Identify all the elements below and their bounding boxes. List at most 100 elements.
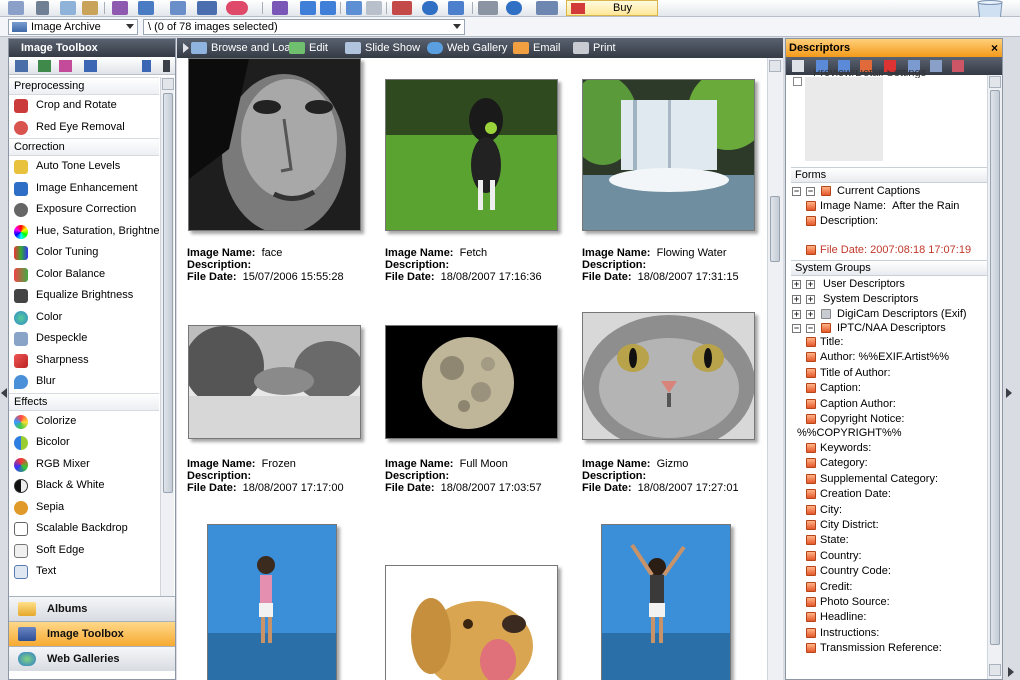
redo-icon[interactable] — [366, 1, 382, 15]
tool-equalize-brightness[interactable]: Equalize Brightness — [9, 285, 159, 307]
descriptors-scrollbar[interactable] — [987, 75, 1002, 679]
iptc-field-row[interactable]: Country Code: — [806, 564, 891, 579]
cut-icon[interactable] — [36, 1, 49, 15]
tool-soft-edge[interactable]: Soft Edge — [9, 540, 159, 562]
tool-image-enhancement[interactable]: Image Enhancement — [9, 178, 159, 200]
tool-icon-4[interactable] — [84, 60, 97, 72]
iptc-field-row[interactable]: Country: — [806, 549, 862, 564]
scroll-thumb[interactable] — [770, 196, 780, 262]
tool-crop-and-rotate[interactable]: Crop and Rotate — [9, 95, 159, 117]
image-name-row[interactable]: Image Name: After the Rain — [806, 199, 959, 214]
sort-icon[interactable] — [392, 1, 412, 15]
browse-and-load-button[interactable]: Browse and Load — [189, 38, 297, 58]
expand-icon[interactable]: + — [806, 310, 815, 319]
print-button[interactable]: Print — [571, 38, 616, 58]
iptc-field-row[interactable]: Keywords: — [806, 441, 871, 456]
nav-web-galleries[interactable]: Web Galleries — [9, 646, 175, 671]
tool-color-tuning[interactable]: Color Tuning — [9, 242, 159, 264]
iptc-field-row[interactable]: Category: — [806, 456, 868, 471]
file-date-row[interactable]: File Date: 2007:08:18 17:07:19 — [806, 243, 971, 258]
copy-icon[interactable] — [60, 1, 76, 15]
text-tool-icon[interactable] — [15, 60, 28, 72]
expand-icon[interactable]: + — [806, 280, 815, 289]
iptc-field-row[interactable]: Author: %%EXIF.Artist%% — [806, 350, 949, 365]
remove-icon[interactable] — [952, 60, 964, 72]
zoom-icon[interactable] — [448, 1, 464, 15]
image-thumbnail-jump-2[interactable] — [601, 524, 731, 680]
expand-icon[interactable]: + — [792, 310, 801, 319]
scroll-up-button[interactable] — [989, 76, 1001, 88]
tool-text[interactable]: Text — [9, 561, 159, 583]
web-gallery-button[interactable]: Web Gallery — [425, 38, 507, 58]
image-thumbnail-fetch[interactable] — [385, 79, 558, 231]
preview-checkbox[interactable] — [793, 77, 802, 86]
refresh-icon[interactable] — [506, 1, 522, 15]
scroll-thumb[interactable] — [163, 93, 173, 493]
dropdown-icon[interactable] — [163, 60, 170, 72]
image-thumbnail-flowing-water[interactable] — [582, 79, 755, 231]
collapse-icon[interactable]: − — [806, 187, 815, 196]
image-thumbnail-gizmo[interactable] — [582, 312, 755, 440]
iptc-field-row[interactable]: Supplemental Category: — [806, 472, 938, 487]
image-thumbnail-frozen[interactable] — [188, 325, 361, 439]
scroll-down-button[interactable] — [989, 664, 1001, 676]
expand-left-arrow-icon[interactable] — [1008, 667, 1014, 677]
iptc-field-row[interactable]: State: — [806, 533, 849, 548]
forward-icon[interactable] — [320, 1, 336, 15]
back-icon[interactable] — [300, 1, 316, 15]
slide-show-button[interactable]: Slide Show — [343, 38, 420, 58]
tool-scalable-backdrop[interactable]: Scalable Backdrop — [9, 518, 159, 540]
toolbar-button-22[interactable] — [536, 1, 558, 15]
scroll-thumb[interactable] — [990, 90, 1000, 645]
iptc-field-row[interactable]: Title: — [806, 335, 843, 350]
toolbox-scrollbar[interactable] — [160, 77, 174, 625]
tool-black-and-white[interactable]: Black & White — [9, 475, 159, 497]
tool-auto-tone-levels[interactable]: Auto Tone Levels — [9, 156, 159, 178]
export-icon[interactable] — [142, 60, 151, 72]
iptc-field-row[interactable]: Instructions: — [806, 626, 879, 641]
nav-albums[interactable]: Albums — [9, 596, 175, 621]
iptc-field-row[interactable]: Caption: — [806, 381, 861, 396]
collapse-right-arrow-icon[interactable] — [1006, 388, 1012, 398]
image-thumbnail-face[interactable] — [188, 58, 361, 231]
tool-exposure-correction[interactable]: Exposure Correction — [9, 199, 159, 221]
tool-sharpness[interactable]: Sharpness — [9, 350, 159, 372]
tool-color-balance[interactable]: Color Balance — [9, 264, 159, 286]
print-icon[interactable] — [478, 1, 498, 15]
iptc-field-row[interactable]: Title of Author: — [806, 366, 891, 381]
globe-icon[interactable] — [422, 1, 438, 15]
image-thumbnail-dog[interactable] — [385, 565, 558, 680]
scroll-up-button[interactable] — [769, 60, 781, 72]
tool-bicolor[interactable]: Bicolor — [9, 432, 159, 454]
tool-sepia[interactable]: Sepia — [9, 497, 159, 519]
paste-icon[interactable] — [82, 1, 98, 15]
tool-color[interactable]: Color — [9, 307, 159, 329]
scroll-up-button[interactable] — [162, 78, 174, 90]
edit-button[interactable]: Edit — [287, 38, 328, 58]
expand-icon[interactable]: + — [806, 295, 815, 304]
undo-icon[interactable] — [346, 1, 362, 15]
tool-red-eye-removal[interactable]: Red Eye Removal — [9, 117, 159, 139]
collapse-icon[interactable]: − — [806, 324, 815, 333]
iptc-field-row[interactable]: City District: — [806, 518, 879, 533]
adjust-icon[interactable] — [38, 60, 51, 72]
tool-colorize[interactable]: Colorize — [9, 411, 159, 433]
iptc-field-row[interactable]: Headline: — [806, 610, 866, 625]
iptc-field-row[interactable]: Transmission Reference: — [806, 641, 942, 656]
iptc-field-row[interactable]: Photo Source: — [806, 595, 890, 610]
collapse-icon[interactable]: − — [792, 187, 801, 196]
brush-icon[interactable] — [59, 60, 72, 72]
toolbar-button-6[interactable] — [138, 1, 154, 15]
iptc-field-row[interactable]: Caption Author: — [806, 397, 896, 412]
collapse-left-arrow-icon[interactable] — [1, 388, 7, 398]
grid-icon[interactable] — [930, 60, 942, 72]
nav-image-toolbox[interactable]: Image Toolbox — [9, 621, 175, 646]
buy-now-button[interactable]: Buy Now! — [566, 0, 658, 28]
gallery-scrollbar[interactable] — [767, 58, 783, 680]
archive-select[interactable]: Image Archive — [8, 19, 138, 35]
image-thumbnail-jump-1[interactable] — [207, 524, 337, 680]
iptc-field-row[interactable]: Copyright Notice: — [806, 412, 904, 427]
iptc-field-row[interactable]: City: — [806, 503, 842, 518]
tool-hue-saturation-brightness[interactable]: Hue, Saturation, Brightness — [9, 221, 159, 243]
toolbar-button-7[interactable] — [170, 1, 186, 15]
